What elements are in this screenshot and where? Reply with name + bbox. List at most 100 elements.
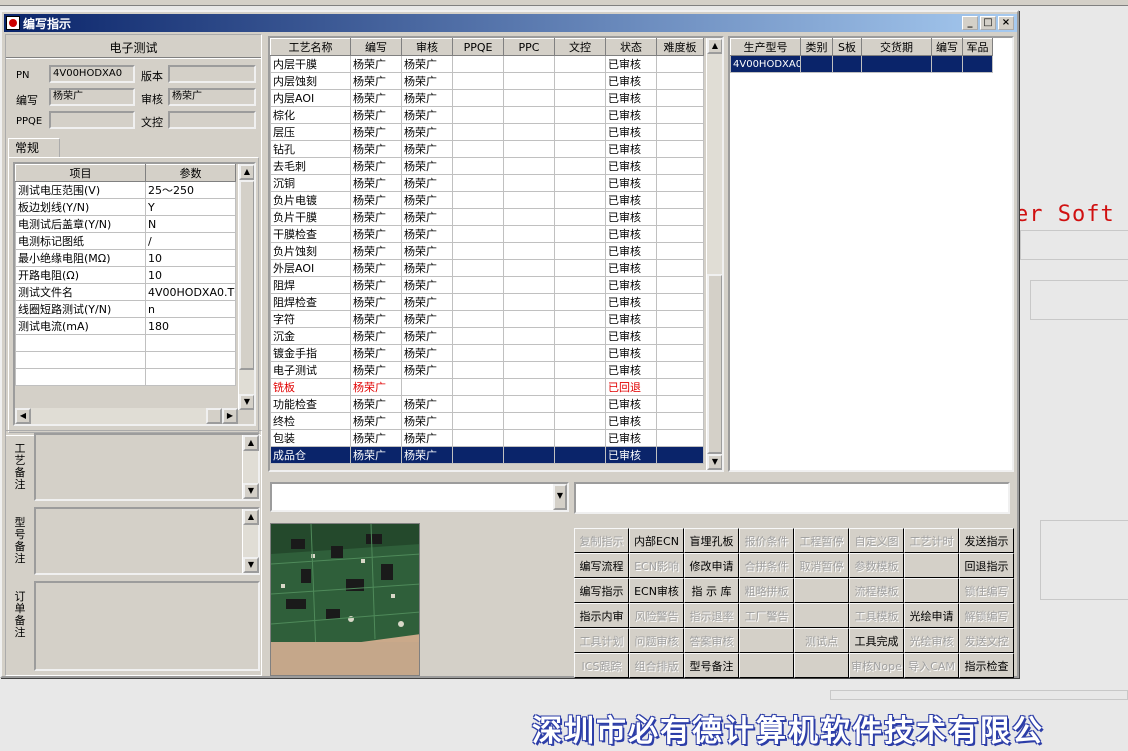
scroll-up-icon[interactable]: ▲	[243, 509, 259, 525]
chevron-down-icon[interactable]: ▼	[553, 484, 567, 510]
process-row[interactable]: 内层AOI 杨荣广 杨荣广 已审核	[270, 89, 704, 107]
process-row[interactable]: 铣板 杨荣广 已回退	[270, 378, 704, 396]
model-note-box[interactable]: ▲ ▼	[34, 507, 260, 575]
scroll-down-icon[interactable]: ▼	[243, 483, 259, 499]
action-button[interactable]: 编写指示	[574, 578, 629, 603]
process-row[interactable]: 外层AOI 杨荣广 杨荣广 已审核	[270, 259, 704, 277]
action-button[interactable]: 工具完成	[849, 628, 904, 653]
process-header[interactable]: PPC	[503, 38, 555, 56]
param-hscrollbar[interactable]: ◀ ▶	[15, 408, 238, 424]
ppqe-field[interactable]	[49, 111, 135, 129]
process-row[interactable]: 棕化 杨荣广 杨荣广 已审核	[270, 106, 704, 124]
scroll-up-icon[interactable]: ▲	[239, 164, 254, 180]
action-button[interactable]: ECN审核	[629, 578, 684, 603]
process-row[interactable]: 阻焊检查 杨荣广 杨荣广 已审核	[270, 293, 704, 311]
maximize-button[interactable]: □	[980, 16, 996, 30]
param-row[interactable]: 开路电阻(Ω) 10	[15, 266, 236, 284]
model-header[interactable]: 编写	[931, 38, 963, 56]
process-row[interactable]: 去毛刺 杨荣广 杨荣广 已审核	[270, 157, 704, 175]
process-row[interactable]: 成品仓 杨荣广 杨荣广 已审核	[270, 446, 704, 464]
scroll-thumb-h[interactable]	[206, 408, 222, 424]
action-button[interactable]: 编写流程	[574, 553, 629, 578]
process-row[interactable]: 电子测试 杨荣广 杨荣广 已审核	[270, 361, 704, 379]
process-row[interactable]: 钻孔 杨荣广 杨荣广 已审核	[270, 140, 704, 158]
close-button[interactable]: ×	[998, 16, 1014, 30]
process-header[interactable]: 状态	[605, 38, 657, 56]
action-button[interactable]: 型号备注	[684, 653, 739, 678]
param-row[interactable]: 电测标记图纸 /	[15, 232, 236, 250]
action-button[interactable]: 指示检查	[959, 653, 1014, 678]
param-vscrollbar[interactable]: ▲ ▼	[238, 164, 254, 410]
param-row[interactable]: 测试电压范围(V) 25～250	[15, 181, 236, 199]
model-header[interactable]: 军品	[962, 38, 993, 56]
process-cell: 杨荣广	[401, 174, 453, 192]
param-row[interactable]: 电测试后盖章(Y/N) N	[15, 215, 236, 233]
process-combo[interactable]: ▼	[270, 482, 569, 512]
action-button[interactable]: 光绘申请	[904, 603, 959, 628]
process-header[interactable]: 文控	[554, 38, 606, 56]
process-row[interactable]: 阻焊 杨荣广 杨荣广 已审核	[270, 276, 704, 294]
process-row[interactable]: 内层蚀刻 杨荣广 杨荣广 已审核	[270, 72, 704, 90]
scroll-right-icon[interactable]: ▶	[222, 408, 238, 424]
param-row[interactable]: 线圈短路测试(Y/N) n	[15, 300, 236, 318]
process-header[interactable]: 工艺名称	[270, 38, 351, 56]
process-header[interactable]: 编写	[350, 38, 402, 56]
tab-general[interactable]: 常规	[8, 138, 60, 158]
param-value: 10	[145, 266, 236, 284]
process-row[interactable]: 负片干膜 杨荣广 杨荣广 已审核	[270, 208, 704, 226]
order-note-box[interactable]	[34, 581, 260, 671]
process-row[interactable]: 字符 杨荣广 杨荣广 已审核	[270, 310, 704, 328]
process-header[interactable]: PPQE	[452, 38, 504, 56]
action-button[interactable]: 指 示 库	[684, 578, 739, 603]
action-button[interactable]: 回退指示	[959, 553, 1014, 578]
scroll-thumb[interactable]	[707, 274, 722, 454]
process-row[interactable]: 层压 杨荣广 杨荣广 已审核	[270, 123, 704, 141]
process-row[interactable]: 沉铜 杨荣广 杨荣广 已审核	[270, 174, 704, 192]
scroll-down-icon[interactable]: ▼	[707, 454, 722, 470]
param-row[interactable]: 测试文件名4V00HODXA0.TGZ	[15, 283, 236, 301]
note-vscrollbar[interactable]: ▲ ▼	[242, 435, 259, 499]
pn-field[interactable]: 4V00HODXA0	[49, 65, 135, 83]
process-row[interactable]: 沉金 杨荣广 杨荣广 已审核	[270, 327, 704, 345]
action-button[interactable]: 内部ECN	[629, 528, 684, 553]
model-header[interactable]: 生产型号	[730, 38, 801, 56]
model-header[interactable]: 交货期	[861, 38, 932, 56]
reviewer-field[interactable]: 杨荣广	[168, 88, 256, 106]
action-button[interactable]: 修改申请	[684, 553, 739, 578]
process-row[interactable]: 干膜检查 杨荣广 杨荣广 已审核	[270, 225, 704, 243]
action-button[interactable]: 发送指示	[959, 528, 1014, 553]
note-vscrollbar[interactable]: ▲ ▼	[242, 509, 259, 573]
model-row[interactable]: 4V00HODXA0	[730, 55, 993, 73]
process-cell: 杨荣广	[401, 395, 453, 413]
process-row[interactable]: 镀金手指 杨荣广 杨荣广 已审核	[270, 344, 704, 362]
param-row[interactable]: 最小绝缘电阻(MΩ) 10	[15, 249, 236, 267]
process-row[interactable]: 包装 杨荣广 杨荣广 已审核	[270, 429, 704, 447]
param-row[interactable]: 测试电流(mA) 180	[15, 317, 236, 335]
scroll-down-icon[interactable]: ▼	[239, 394, 254, 410]
process-row[interactable]: 内层干膜 杨荣广 杨荣广 已审核	[270, 55, 704, 73]
action-button[interactable]: 指示内审	[574, 603, 629, 628]
process-row[interactable]: 功能检查 杨荣广 杨荣广 已审核	[270, 395, 704, 413]
process-cell	[503, 157, 555, 175]
process-vscrollbar[interactable]: ▲ ▼	[706, 38, 722, 470]
scroll-up-icon[interactable]: ▲	[707, 38, 722, 54]
process-header[interactable]: 审核	[401, 38, 453, 56]
model-header[interactable]: S板	[832, 38, 862, 56]
model-header[interactable]: 类别	[800, 38, 833, 56]
scroll-thumb[interactable]	[239, 180, 254, 370]
remark-field[interactable]	[574, 482, 1010, 514]
minimize-button[interactable]: _	[962, 16, 978, 30]
control-field[interactable]	[168, 111, 256, 129]
process-header[interactable]: 难度板	[656, 38, 704, 56]
writer-field[interactable]: 杨荣广	[49, 88, 135, 106]
param-row[interactable]: 板边划线(Y/N) Y	[15, 198, 236, 216]
action-button[interactable]: 盲埋孔板	[684, 528, 739, 553]
process-note-box[interactable]: ▲ ▼	[34, 433, 260, 501]
scroll-up-icon[interactable]: ▲	[243, 435, 259, 451]
process-row[interactable]: 负片蚀刻 杨荣广 杨荣广 已审核	[270, 242, 704, 260]
version-field[interactable]	[168, 65, 256, 83]
scroll-left-icon[interactable]: ◀	[15, 408, 31, 424]
process-row[interactable]: 终检 杨荣广 杨荣广 已审核	[270, 412, 704, 430]
process-row[interactable]: 负片电镀 杨荣广 杨荣广 已审核	[270, 191, 704, 209]
scroll-down-icon[interactable]: ▼	[243, 557, 259, 573]
